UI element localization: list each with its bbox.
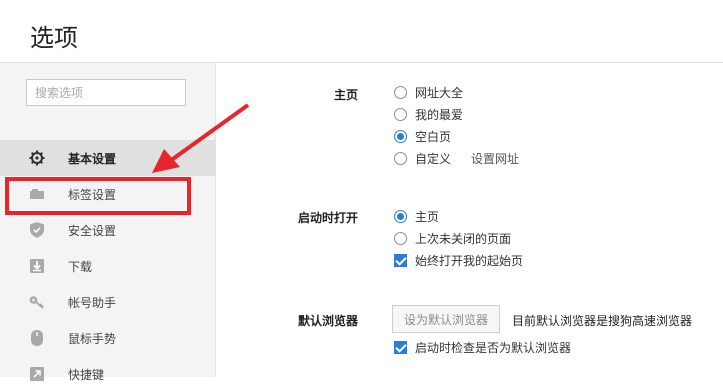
radio-button[interactable] xyxy=(394,130,407,143)
homepage-option-favorites[interactable]: 我的最爱 xyxy=(394,106,463,123)
radio-button[interactable] xyxy=(394,86,407,99)
radio-button[interactable] xyxy=(394,108,407,121)
sidebar-item-shortcuts[interactable]: 快捷键 xyxy=(0,356,215,392)
shortcut-icon xyxy=(28,366,46,382)
page-title: 选项 xyxy=(30,24,78,52)
homepage-option-custom[interactable]: 自定义 设置网址 xyxy=(394,150,519,167)
sidebar-item-label: 快捷键 xyxy=(68,368,105,382)
settings-panel: 主页 网址大全 我的最爱 空白页 自定义 设置网址 启动时打开 主页 上次未关闭… xyxy=(216,63,723,377)
checkbox-label: 启动时检查是否为默认浏览器 xyxy=(415,341,572,355)
sidebar-item-mouse-gesture[interactable]: 鼠标手势 xyxy=(0,320,215,356)
sidebar-item-label: 安全设置 xyxy=(68,224,117,238)
option-label: 空白页 xyxy=(415,130,452,144)
sidebar-item-label: 下载 xyxy=(68,260,93,274)
radio-button[interactable] xyxy=(394,232,407,245)
options-header: 选项 xyxy=(0,0,723,63)
sidebar-item-security-settings[interactable]: 安全设置 xyxy=(0,212,215,248)
checkbox[interactable] xyxy=(394,341,407,354)
option-label: 我的最爱 xyxy=(415,108,464,122)
startup-option-last-session[interactable]: 上次未关闭的页面 xyxy=(394,230,511,247)
sidebar-item-label: 鼠标手势 xyxy=(68,332,117,346)
default-browser-section-label: 默认浏览器 xyxy=(297,314,358,328)
radio-button[interactable] xyxy=(394,210,407,223)
checkbox-label: 始终打开我的起始页 xyxy=(415,254,524,268)
checkbox[interactable] xyxy=(394,254,407,267)
sidebar-item-label: 帐号助手 xyxy=(68,296,117,310)
shield-icon xyxy=(28,222,46,238)
homepage-option-nav[interactable]: 网址大全 xyxy=(394,84,463,101)
option-label: 自定义 xyxy=(415,152,452,166)
homepage-option-blank[interactable]: 空白页 xyxy=(394,128,451,145)
radio-button[interactable] xyxy=(394,152,407,165)
option-label: 主页 xyxy=(415,210,440,224)
download-icon xyxy=(28,258,46,274)
default-browser-status: 目前默认浏览器是搜狗高速浏览器 xyxy=(512,314,693,328)
mouse-icon xyxy=(28,330,46,346)
startup-always-open-start-page[interactable]: 始终打开我的起始页 xyxy=(394,252,523,269)
gear-icon xyxy=(28,150,46,166)
sidebar-item-label: 基本设置 xyxy=(68,152,117,166)
option-label: 网址大全 xyxy=(415,86,464,100)
sidebar-item-download[interactable]: 下载 xyxy=(0,248,215,284)
homepage-section-label: 主页 xyxy=(333,88,358,102)
search-input[interactable] xyxy=(27,80,185,105)
search-box[interactable] xyxy=(26,79,186,106)
check-default-on-startup[interactable]: 启动时检查是否为默认浏览器 xyxy=(394,339,571,356)
sidebar-item-account-assistant[interactable]: 帐号助手 xyxy=(0,284,215,320)
startup-section-label: 启动时打开 xyxy=(297,211,358,225)
set-url-link[interactable]: 设置网址 xyxy=(471,150,519,167)
option-label: 上次未关闭的页面 xyxy=(415,232,512,246)
key-icon xyxy=(28,294,46,310)
startup-option-home[interactable]: 主页 xyxy=(394,208,439,225)
set-default-browser-button[interactable]: 设为默认浏览器 xyxy=(392,305,500,333)
